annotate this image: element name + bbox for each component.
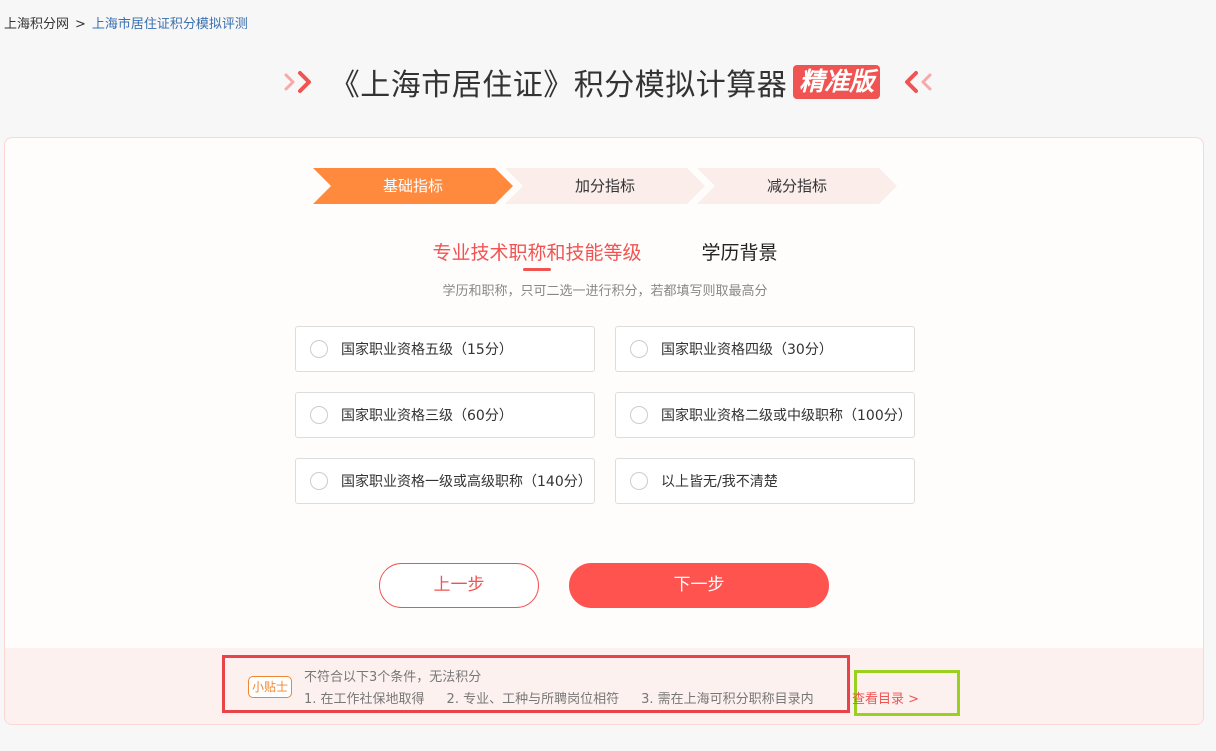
breadcrumb-home-link[interactable]: 上海积分网 (4, 17, 69, 32)
precise-edition-badge: 精准版 (793, 65, 881, 99)
step-basic-indicators[interactable]: 基础指标 (313, 168, 513, 204)
page-header: 《上海市居住证》积分模拟计算器 精准版 (0, 58, 1216, 106)
option-label: 国家职业资格四级（30分） (661, 342, 833, 358)
option-label: 国家职业资格五级（15分） (341, 342, 513, 358)
tips-title: 不符合以下3个条件，无法积分 (304, 670, 482, 685)
radio-button[interactable] (630, 406, 648, 424)
option-level-3[interactable]: 国家职业资格三级（60分） (295, 392, 595, 438)
step-indicator: 基础指标 加分指标 减分指标 (313, 168, 903, 204)
tips-item: 1. 在工作社保地取得 (304, 692, 425, 707)
tips-footer: 小贴士 不符合以下3个条件，无法积分 1. 在工作社保地取得 2. 专业、工种与… (5, 648, 1203, 724)
option-list: 国家职业资格五级（15分） 国家职业资格四级（30分） 国家职业资格三级（60分… (295, 326, 915, 504)
option-level-1-senior[interactable]: 国家职业资格一级或高级职称（140分） (295, 458, 595, 504)
tips-items: 1. 在工作社保地取得 2. 专业、工种与所聘岗位相符 3. 需在上海可积分职称… (304, 688, 814, 707)
option-none[interactable]: 以上皆无/我不清楚 (615, 458, 915, 504)
tips-highlight-box: 小贴士 不符合以下3个条件，无法积分 1. 在工作社保地取得 2. 专业、工种与… (222, 655, 850, 713)
chevron-right-decoration-icon (282, 69, 318, 95)
option-label: 以上皆无/我不清楚 (661, 474, 778, 490)
next-step-button[interactable]: 下一步 (569, 563, 829, 608)
radio-button[interactable] (310, 406, 328, 424)
option-level-4[interactable]: 国家职业资格四级（30分） (615, 326, 915, 372)
tab-professional-title[interactable]: 专业技术职称和技能等级 (432, 238, 642, 273)
tips-badge: 小贴士 (248, 676, 293, 698)
tips-item: 2. 专业、工种与所聘岗位相符 (446, 692, 620, 707)
tab-education[interactable]: 学历背景 (702, 238, 778, 273)
category-tabs: 专业技术职称和技能等级 学历背景 (5, 238, 1203, 273)
breadcrumb-current-link[interactable]: 上海市居住证积分模拟评测 (92, 17, 248, 32)
breadcrumb-separator: > (75, 17, 86, 32)
radio-button[interactable] (310, 472, 328, 490)
option-label: 国家职业资格二级或中级职称（100分） (661, 408, 912, 424)
option-label: 国家职业资格三级（60分） (341, 408, 513, 424)
option-label: 国家职业资格一级或高级职称（140分） (341, 474, 592, 490)
view-catalog-link[interactable]: 查看目录 > (852, 688, 919, 707)
breadcrumb: 上海积分网 > 上海市居住证积分模拟评测 (4, 16, 248, 34)
selection-hint: 学历和职称，只可二选一进行积分，若都填写则取最高分 (442, 284, 768, 299)
calculator-card: 基础指标 加分指标 减分指标 专业技术职称和技能等级 学历背景 学历和职称，只可… (4, 137, 1204, 725)
radio-button[interactable] (630, 340, 648, 358)
radio-button[interactable] (310, 340, 328, 358)
radio-button[interactable] (630, 472, 648, 490)
previous-step-button[interactable]: 上一步 (379, 563, 539, 608)
option-level-2-intermediate[interactable]: 国家职业资格二级或中级职称（100分） (615, 392, 915, 438)
tips-item: 3. 需在上海可积分职称目录内 (641, 692, 814, 707)
step-deduction-indicators[interactable]: 减分指标 (697, 168, 897, 204)
chevron-left-decoration-icon (898, 69, 934, 95)
page-title: 《上海市居住证》积分模拟计算器 (329, 68, 788, 103)
option-level-5[interactable]: 国家职业资格五级（15分） (295, 326, 595, 372)
step-bonus-indicators[interactable]: 加分指标 (505, 168, 705, 204)
